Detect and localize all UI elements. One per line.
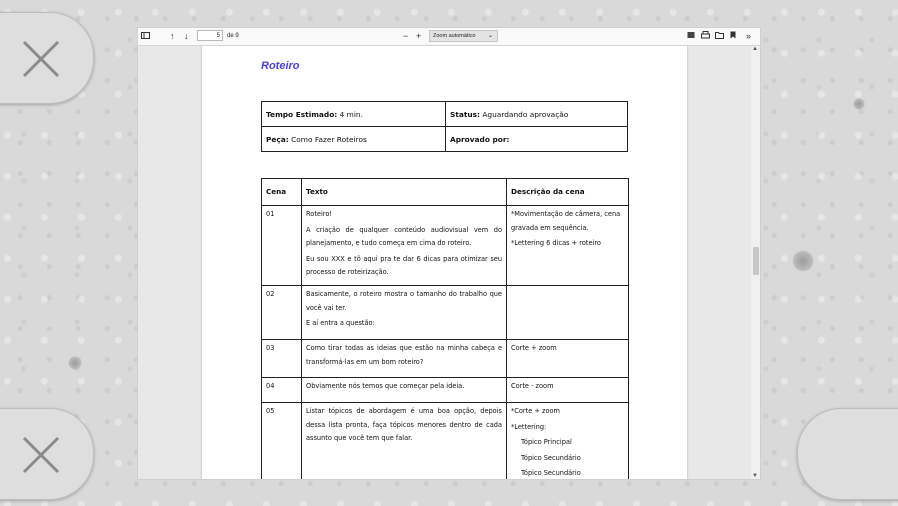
scene-description-cell: *Corte + zoom *Lettering: Tópico Principal… bbox=[506, 402, 629, 479]
column-header-texto: Texto bbox=[301, 178, 507, 206]
script-table-body: 01 Roteiro! A criação de qualquer conteúdo… bbox=[261, 205, 629, 479]
column-header-descricao: Descrição da cena bbox=[506, 178, 629, 206]
document-title: Roteiro bbox=[261, 60, 300, 72]
script-table: Cena Texto Descrição da cena 01 Roteiro! A… bbox=[261, 178, 629, 479]
page-number-input[interactable]: 5 bbox=[197, 30, 223, 41]
scene-text-cell: Basicamente, o roteiro mostra o tamanho … bbox=[301, 285, 507, 340]
scene-text-cell: Roteiro! A criação de qualquer conteúdo a… bbox=[301, 205, 507, 286]
pdf-viewer: ↑ ↓ 5 de 9 − + Zoom automático ⌄ » Rotei… bbox=[137, 27, 761, 480]
close-icon bbox=[22, 40, 60, 78]
zoom-out-icon[interactable]: − bbox=[403, 31, 408, 42]
column-header-cena: Cena bbox=[261, 178, 302, 206]
scene-text: Basicamente, o roteiro mostra o tamanho … bbox=[306, 290, 502, 312]
background-stain bbox=[792, 250, 814, 272]
scene-text: Obviamente nós temos que começar pela id… bbox=[306, 382, 465, 390]
meta-label: Peça: bbox=[266, 134, 289, 144]
meta-cell-status: Status: Aguardando aprovação bbox=[445, 101, 628, 127]
scene-description: Corte + zoom bbox=[511, 344, 557, 352]
document-scroll-area[interactable]: Roteiro Tempo Estimado: 4 min. Status: A… bbox=[138, 46, 760, 479]
chevron-down-icon: ⌄ bbox=[487, 33, 493, 39]
meta-table: Tempo Estimado: 4 min. Status: Aguardand… bbox=[261, 101, 628, 152]
scene-text: Roteiro! bbox=[306, 210, 333, 218]
scene-text: Eu sou XXX e tô aqui pra te dar 6 dicas … bbox=[306, 254, 502, 277]
scene-description-cell: Corte + zoom bbox=[506, 339, 629, 378]
scene-text: Como tirar todas as ideias que estão na … bbox=[306, 344, 502, 366]
scene-number: 02 bbox=[261, 285, 302, 340]
meta-value: Como Fazer Roteiros bbox=[291, 134, 367, 144]
lettering-topic: Tópico Principal bbox=[521, 438, 572, 446]
scene-text: E aí entra a questão: bbox=[306, 319, 375, 327]
lettering-topic: Tópico Secundário bbox=[521, 453, 581, 462]
scene-text: A criação de qualquer conteúdo audiovisu… bbox=[306, 225, 502, 248]
meta-cell-tempo: Tempo Estimado: 4 min. bbox=[261, 101, 446, 127]
meta-cell-peca: Peça: Como Fazer Roteiros bbox=[261, 126, 446, 152]
scene-number: 03 bbox=[261, 339, 302, 378]
scene-number: 05 bbox=[261, 402, 302, 479]
scene-description-cell: Corte - zoom bbox=[506, 377, 629, 403]
close-button-bottom-left[interactable] bbox=[0, 408, 94, 500]
zoom-in-icon[interactable]: + bbox=[416, 31, 421, 42]
sidebar-toggle-icon[interactable] bbox=[141, 31, 150, 42]
close-icon bbox=[22, 436, 60, 474]
table-row: 02 Basicamente, o roteiro mostra o tamanh… bbox=[261, 285, 629, 340]
zoom-select[interactable]: Zoom automático ⌄ bbox=[429, 30, 498, 42]
scene-description: *Lettering 6 dicas + roteiro bbox=[511, 239, 601, 247]
scene-description: Corte - zoom bbox=[511, 382, 554, 390]
lettering-topic: Tópico Secundário bbox=[521, 469, 581, 477]
scene-text: Listar tópicos de abordagem é uma boa op… bbox=[306, 407, 502, 442]
next-page-icon[interactable]: ↓ bbox=[184, 31, 189, 42]
scene-text-cell: Como tirar todas as ideias que estão na … bbox=[301, 339, 507, 378]
background-stain bbox=[853, 98, 865, 110]
meta-label: Status: bbox=[450, 109, 480, 119]
scrollbar-thumb[interactable] bbox=[753, 247, 759, 275]
table-row: 04 Obviamente nós temos que começar pela … bbox=[261, 377, 629, 403]
print-icon[interactable] bbox=[701, 31, 710, 42]
viewer-toolbar: ↑ ↓ 5 de 9 − + Zoom automático ⌄ » bbox=[138, 28, 760, 46]
tools-menu-icon[interactable]: » bbox=[746, 31, 751, 42]
scroll-down-icon[interactable]: ▼ bbox=[752, 473, 758, 479]
scene-description: *Movimentação de câmera, cena gravada em… bbox=[511, 210, 621, 232]
meta-cell-aprovado: Aprovado por: bbox=[445, 126, 628, 152]
meta-value: 4 min. bbox=[339, 109, 363, 119]
table-row: 03 Como tirar todas as ideias que estão n… bbox=[261, 339, 629, 378]
scene-number: 04 bbox=[261, 377, 302, 403]
zoom-select-value: Zoom automático bbox=[433, 33, 476, 39]
previous-page-icon[interactable]: ↑ bbox=[170, 31, 175, 42]
scene-description: *Lettering: bbox=[511, 422, 547, 431]
scene-description-cell: *Movimentação de câmera, cena gravada em… bbox=[506, 205, 629, 286]
scene-text-cell: Obviamente nós temos que começar pela id… bbox=[301, 377, 507, 403]
scroll-up-icon[interactable]: ▲ bbox=[752, 46, 758, 52]
presentation-icon[interactable] bbox=[687, 31, 695, 42]
page-total: de 9 bbox=[227, 33, 239, 39]
bookmark-icon[interactable] bbox=[730, 31, 736, 42]
vertical-scrollbar[interactable]: ▲ ▼ bbox=[751, 46, 760, 479]
meta-label: Aprovado por: bbox=[450, 134, 510, 144]
scene-description: *Corte + zoom bbox=[511, 407, 560, 415]
meta-value: Aguardando aprovação bbox=[482, 109, 569, 119]
scene-description-cell bbox=[506, 285, 629, 340]
open-file-icon[interactable] bbox=[715, 31, 724, 42]
scene-text-cell: Listar tópicos de abordagem é uma boa op… bbox=[301, 402, 507, 479]
table-row: 01 Roteiro! A criação de qualquer conteúdo… bbox=[261, 205, 629, 286]
background-stain bbox=[68, 356, 82, 370]
document-page: Roteiro Tempo Estimado: 4 min. Status: A… bbox=[202, 46, 687, 479]
scene-number: 01 bbox=[261, 205, 302, 286]
meta-label: Tempo Estimado: bbox=[266, 109, 338, 119]
table-row: 05 Listar tópicos de abordagem é uma boa … bbox=[261, 402, 629, 479]
close-button-top-left[interactable] bbox=[0, 12, 94, 104]
side-button-bottom-right[interactable] bbox=[797, 408, 898, 500]
